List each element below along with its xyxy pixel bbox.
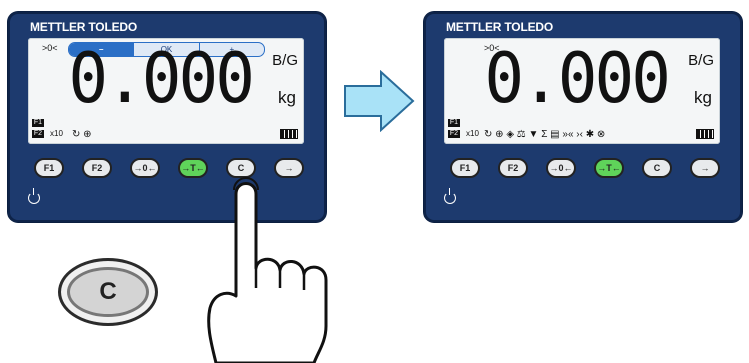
f2-indicator: F2 <box>448 130 460 138</box>
status-icons: ↻ ⊕ ◈ ⚖ ▼ Σ ▤ »« ›‹ ✱ ⊗ <box>484 129 606 140</box>
transfer-key[interactable]: → <box>690 158 720 178</box>
f2-key[interactable]: F2 <box>498 158 528 178</box>
unit-label: kg <box>278 88 296 107</box>
mode-label: B/G <box>688 52 714 69</box>
f2-key[interactable]: F2 <box>82 158 112 178</box>
battery-icon <box>280 129 298 139</box>
zero-key[interactable]: →0← <box>130 158 160 178</box>
clear-key[interactable]: C <box>226 158 256 178</box>
zero-key[interactable]: →0← <box>546 158 576 178</box>
x10-indicator: x10 <box>50 129 63 138</box>
f1-indicator: F1 <box>32 119 44 127</box>
dynamic-icon: ↻ ⊕ <box>72 129 92 140</box>
battery-icon <box>696 129 714 139</box>
keypad: F1 F2 →0← →T← C → <box>34 158 304 178</box>
arrow-right-icon <box>344 70 415 132</box>
zero-indicator: >0< <box>42 43 58 53</box>
lcd-display-left: >0< – OK + 0.000 B/G kg F1 F2 x10 ↻ ⊕ <box>28 38 304 144</box>
weight-readout: 0.000 <box>484 38 671 119</box>
f2-indicator: F2 <box>32 130 44 138</box>
tare-key[interactable]: →T← <box>594 158 624 178</box>
transfer-key[interactable]: → <box>274 158 304 178</box>
f1-indicator: F1 <box>448 119 460 127</box>
f1-key[interactable]: F1 <box>34 158 64 178</box>
power-icon[interactable] <box>444 188 456 204</box>
scale-terminal-right: METTLER TOLEDO >0< 0.000 B/G kg F1 F2 x1… <box>424 12 742 222</box>
f1-key[interactable]: F1 <box>450 158 480 178</box>
weight-readout: 0.000 <box>68 38 255 119</box>
clear-key[interactable]: C <box>642 158 672 178</box>
mode-label: B/G <box>272 52 298 69</box>
keypad: F1 F2 →0← →T← C → <box>450 158 720 178</box>
brand-logo: METTLER TOLEDO <box>446 20 553 34</box>
brand-logo: METTLER TOLEDO <box>30 20 137 34</box>
x10-indicator: x10 <box>466 129 479 138</box>
lcd-display-right: >0< 0.000 B/G kg F1 F2 x10 ↻ ⊕ ◈ ⚖ ▼ Σ ▤… <box>444 38 720 144</box>
power-icon[interactable] <box>28 188 40 204</box>
pointing-hand-icon <box>207 177 328 363</box>
unit-label: kg <box>694 88 712 107</box>
clear-key-enlarged: C <box>58 258 158 326</box>
tare-key[interactable]: →T← <box>178 158 208 178</box>
